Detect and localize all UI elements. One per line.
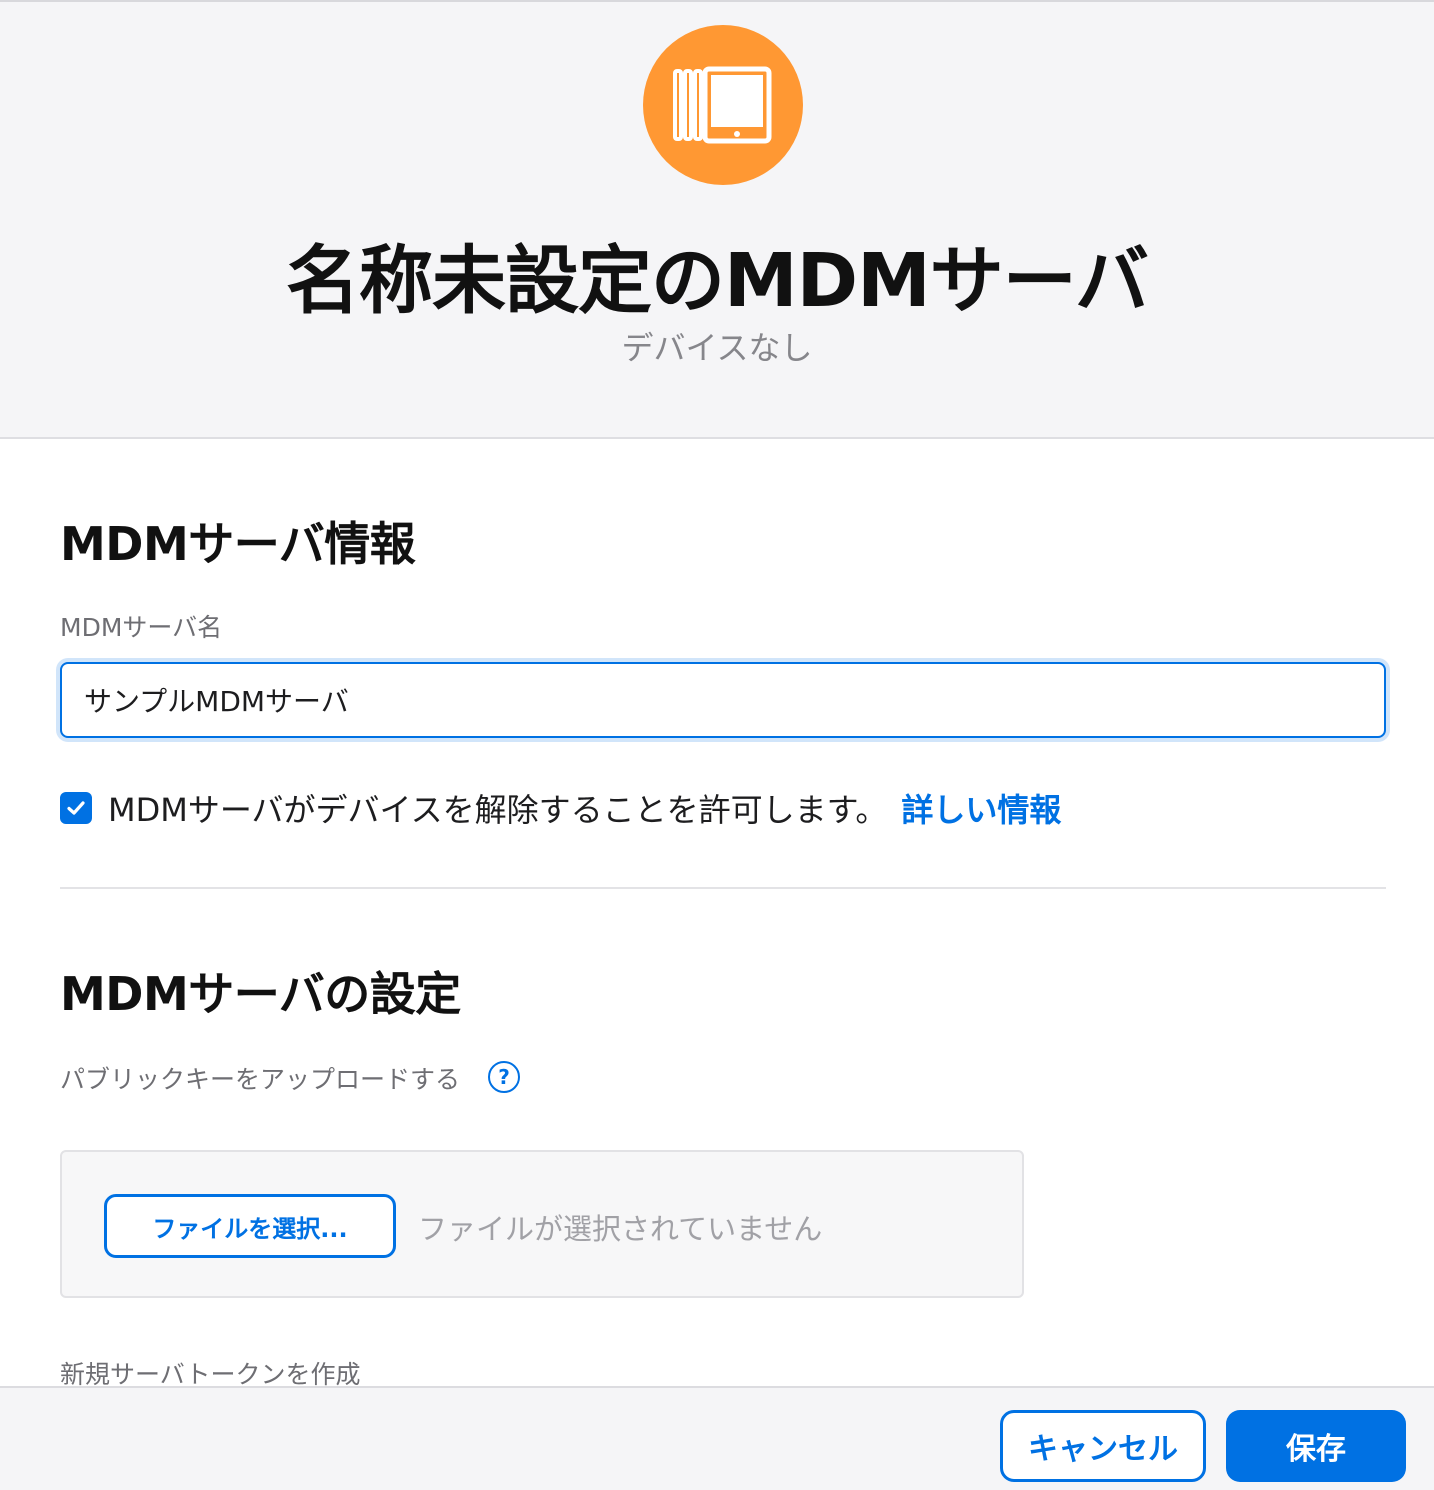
server-settings-heading: MDMサーバの設定	[60, 967, 461, 1021]
no-file-selected-text: ファイルが選択されていません	[418, 1212, 823, 1246]
cancel-button[interactable]: キャンセル	[1000, 1410, 1206, 1482]
save-button[interactable]: 保存	[1226, 1410, 1406, 1482]
section-divider	[60, 887, 1386, 889]
page-title: 名称未設定のMDMサーバ	[286, 238, 1149, 324]
server-info-heading: MDMサーバ情報	[60, 517, 416, 571]
server-name-input[interactable]	[60, 662, 1386, 738]
choose-file-button[interactable]: ファイルを選択...	[104, 1194, 396, 1258]
release-devices-row: MDMサーバがデバイスを解除することを許可します。 詳しい情報	[60, 786, 1061, 830]
page-subtitle: デバイスなし	[621, 329, 813, 367]
footer-bar: キャンセル 保存	[0, 1386, 1434, 1490]
public-key-label: パブリックキーをアップロードする	[60, 1065, 461, 1094]
server-name-label: MDMサーバ名	[60, 613, 223, 642]
help-icon[interactable]: ?	[488, 1061, 520, 1093]
learn-more-link[interactable]: 詳しい情報	[901, 785, 1061, 831]
release-devices-label: MDMサーバがデバイスを解除することを許可します。	[108, 791, 888, 829]
file-upload-area: ファイルを選択... ファイルが選択されていません	[60, 1150, 1024, 1298]
checkmark-icon	[67, 801, 85, 815]
mdm-server-page: 名称未設定のMDMサーバ デバイスなし MDMサーバ情報 MDMサーバ名 MDM…	[0, 0, 1434, 1490]
page-header: 名称未設定のMDMサーバ デバイスなし	[0, 0, 1434, 439]
devices-stack-icon	[643, 25, 803, 185]
release-devices-checkbox[interactable]	[60, 792, 92, 824]
